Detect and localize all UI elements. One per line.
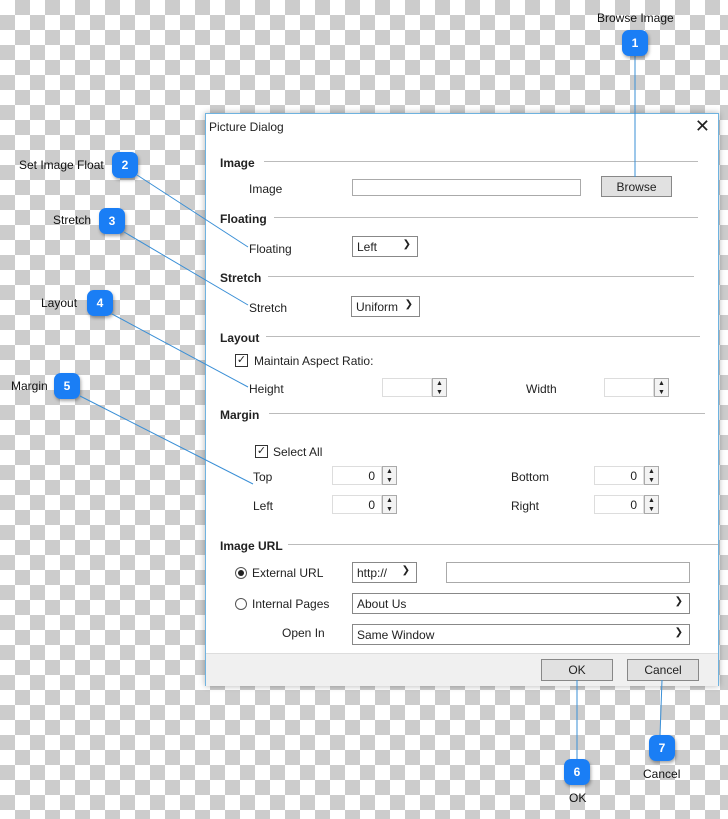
callout-cancel-label: Cancel bbox=[643, 767, 681, 781]
divider bbox=[288, 544, 718, 545]
bottom-label: Bottom bbox=[511, 470, 550, 484]
callout-badge-2: 2 bbox=[112, 152, 138, 178]
right-stepper[interactable]: ▲ ▼ bbox=[644, 495, 659, 514]
ok-button[interactable]: OK bbox=[541, 659, 613, 681]
chevron-down-icon: ❯ bbox=[402, 239, 411, 250]
maintain-aspect-checkbox[interactable]: ✓ bbox=[235, 354, 248, 367]
section-layout: Layout bbox=[220, 331, 260, 345]
height-input[interactable] bbox=[382, 378, 432, 397]
top-input[interactable]: 0 bbox=[332, 466, 382, 485]
callout-badge-1: 1 bbox=[622, 30, 648, 56]
chevron-down-icon: ❯ bbox=[674, 627, 683, 638]
cancel-button[interactable]: Cancel bbox=[627, 659, 699, 681]
internal-pages-label: Internal Pages bbox=[252, 597, 330, 611]
callout-layout-label: Layout bbox=[41, 296, 78, 310]
divider bbox=[264, 161, 698, 162]
stretch-select[interactable]: Uniform ❯ bbox=[351, 296, 420, 317]
callout-badge-5: 5 bbox=[54, 373, 80, 399]
external-url-input[interactable] bbox=[446, 562, 690, 583]
image-path-input[interactable] bbox=[352, 179, 581, 196]
open-in-value: Same Window bbox=[357, 627, 435, 642]
close-icon[interactable]: ✕ bbox=[695, 116, 710, 137]
top-stepper[interactable]: ▲ ▼ bbox=[382, 466, 397, 485]
open-in-select[interactable]: Same Window ❯ bbox=[352, 624, 690, 645]
protocol-value: http:// bbox=[357, 565, 388, 580]
callout-ok-label: OK bbox=[569, 791, 587, 805]
select-all-checkbox[interactable]: ✓ bbox=[255, 445, 268, 458]
floating-select[interactable]: Left ❯ bbox=[352, 236, 418, 257]
section-margin: Margin bbox=[220, 408, 260, 422]
bottom-input[interactable]: 0 bbox=[594, 466, 644, 485]
divider bbox=[274, 217, 698, 218]
image-label: Image bbox=[249, 182, 283, 196]
chevron-down-icon: ❯ bbox=[404, 299, 413, 310]
callout-browse-image-label: Browse Image bbox=[597, 11, 674, 25]
open-in-label: Open In bbox=[282, 626, 325, 640]
right-input[interactable]: 0 bbox=[594, 495, 644, 514]
left-input[interactable]: 0 bbox=[332, 495, 382, 514]
callout-stretch-label: Stretch bbox=[53, 213, 92, 227]
callout-set-image-float-label: Set Image Float bbox=[19, 158, 104, 172]
section-image-url: Image URL bbox=[220, 539, 283, 553]
select-all-label: Select All bbox=[273, 445, 323, 459]
bottom-stepper[interactable]: ▲ ▼ bbox=[644, 466, 659, 485]
internal-page-value: About Us bbox=[357, 596, 407, 611]
stretch-label: Stretch bbox=[249, 301, 288, 315]
divider bbox=[269, 413, 705, 414]
section-stretch: Stretch bbox=[220, 271, 262, 285]
stretch-value: Uniform bbox=[356, 299, 399, 314]
left-stepper[interactable]: ▲ ▼ bbox=[382, 495, 397, 514]
divider bbox=[266, 336, 700, 337]
browse-button[interactable]: Browse bbox=[601, 176, 672, 197]
divider bbox=[268, 276, 694, 277]
callout-margin-label: Margin bbox=[11, 379, 48, 393]
top-label: Top bbox=[253, 470, 273, 484]
floating-label: Floating bbox=[249, 242, 292, 256]
external-url-radio[interactable] bbox=[235, 567, 247, 579]
callout-badge-4: 4 bbox=[87, 290, 113, 316]
external-url-label: External URL bbox=[252, 566, 324, 580]
internal-page-select[interactable]: About Us ❯ bbox=[352, 593, 690, 614]
maintain-aspect-label: Maintain Aspect Ratio: bbox=[254, 354, 374, 368]
floating-value: Left bbox=[357, 239, 378, 254]
width-input[interactable] bbox=[604, 378, 654, 397]
height-stepper[interactable]: ▲ ▼ bbox=[432, 378, 447, 397]
dialog-title: Picture Dialog bbox=[209, 120, 284, 134]
picture-dialog: Picture Dialog ✕ Image Image Browse Floa… bbox=[205, 113, 719, 686]
height-label: Height bbox=[249, 382, 284, 396]
width-stepper[interactable]: ▲ ▼ bbox=[654, 378, 669, 397]
internal-pages-radio[interactable] bbox=[235, 598, 247, 610]
chevron-down-icon: ❯ bbox=[401, 565, 410, 576]
protocol-select[interactable]: http:// ❯ bbox=[352, 562, 417, 583]
callout-badge-6: 6 bbox=[564, 759, 590, 785]
section-image: Image bbox=[220, 156, 255, 170]
left-label: Left bbox=[253, 499, 274, 513]
section-floating: Floating bbox=[220, 212, 267, 226]
callout-badge-3: 3 bbox=[99, 208, 125, 234]
callout-badge-7: 7 bbox=[649, 735, 675, 761]
chevron-down-icon: ❯ bbox=[674, 596, 683, 607]
width-label: Width bbox=[526, 382, 557, 396]
right-label: Right bbox=[511, 499, 540, 513]
